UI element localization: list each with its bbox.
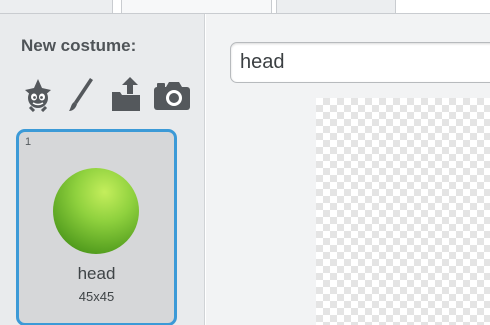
upload-icon[interactable] — [110, 76, 142, 112]
costume-index: 1 — [25, 136, 32, 148]
tab-strip — [0, 0, 490, 14]
costume-name: head — [77, 264, 116, 283]
tab-scripts[interactable] — [0, 0, 113, 14]
paint-canvas[interactable] — [316, 98, 490, 325]
tab-sounds[interactable] — [276, 0, 396, 14]
tab-costumes[interactable] — [121, 0, 272, 14]
costume-tile[interactable]: 1 head 45x45 — [16, 129, 177, 325]
new-costume-label: New costume: — [21, 36, 137, 55]
camera-icon[interactable] — [153, 76, 191, 112]
costume-sidebar: New costume: 1 head 45x45 — [0, 14, 205, 325]
costume-size: 45x45 — [78, 289, 115, 304]
costume-name-input[interactable] — [230, 42, 490, 83]
costume-thumbnail — [53, 168, 139, 254]
paintbrush-icon[interactable] — [68, 76, 94, 112]
costume-editor — [206, 14, 490, 325]
sprite-library-icon[interactable] — [22, 76, 54, 112]
